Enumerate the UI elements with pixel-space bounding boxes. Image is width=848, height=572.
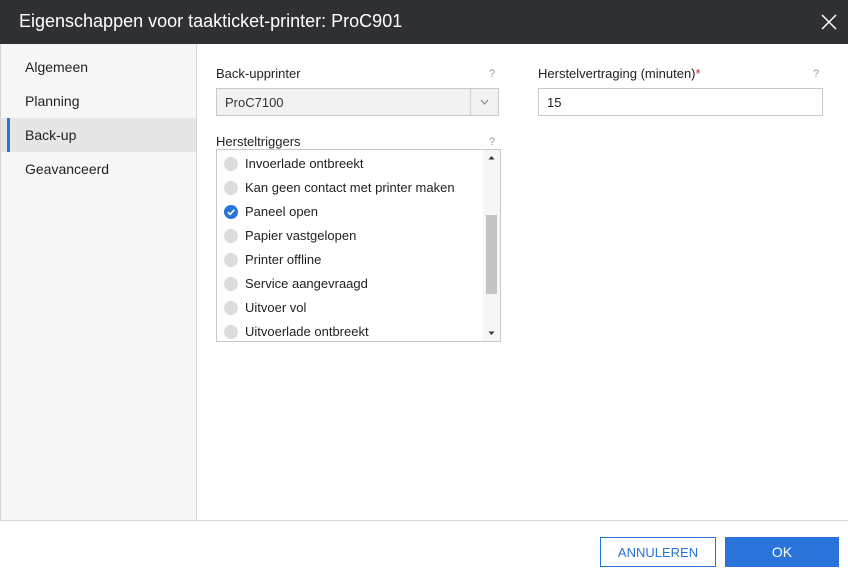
close-button[interactable] bbox=[818, 11, 840, 33]
sidebar: Algemeen Planning Back-up Geavanceerd bbox=[0, 44, 197, 520]
close-icon bbox=[821, 14, 837, 30]
dialog-footer: ANNULEREN OK bbox=[0, 520, 848, 572]
list-item-paneel-open[interactable]: Paneel open bbox=[217, 200, 483, 224]
list-item-uitvoer-vol[interactable]: Uitvoer vol bbox=[217, 296, 483, 320]
list-item-label: Kan geen contact met printer maken bbox=[245, 180, 455, 195]
list-item-label: Service aangevraagd bbox=[245, 276, 368, 291]
scroll-down-button[interactable] bbox=[483, 325, 500, 341]
recovery-triggers-help-icon[interactable]: ? bbox=[489, 136, 495, 148]
checkmark-icon bbox=[227, 209, 235, 216]
backup-printer-label: Back-upprinter bbox=[216, 66, 301, 81]
recovery-triggers-label: Hersteltriggers bbox=[216, 134, 301, 149]
unchecked-circle-icon[interactable] bbox=[224, 325, 238, 339]
list-item-invoerlade-ontbreekt[interactable]: Invoerlade ontbreekt bbox=[217, 152, 483, 176]
main-content: Back-upprinter ? ProC7100 Herstelvertrag… bbox=[197, 44, 848, 520]
backup-printer-value: ProC7100 bbox=[225, 95, 284, 110]
required-mark: * bbox=[695, 66, 701, 81]
sidebar-item-geavanceerd[interactable]: Geavanceerd bbox=[1, 152, 196, 186]
scrollbar-thumb[interactable] bbox=[486, 215, 497, 294]
sidebar-item-back-up[interactable]: Back-up bbox=[1, 118, 196, 152]
list-item-geen-contact[interactable]: Kan geen contact met printer maken bbox=[217, 176, 483, 200]
list-item-label: Uitvoer vol bbox=[245, 300, 307, 315]
backup-printer-select[interactable]: ProC7100 bbox=[216, 88, 499, 116]
unchecked-circle-icon[interactable] bbox=[224, 301, 238, 315]
sidebar-item-planning[interactable]: Planning bbox=[1, 84, 196, 118]
unchecked-circle-icon[interactable] bbox=[224, 253, 238, 267]
ok-button[interactable]: OK bbox=[725, 537, 839, 567]
chevron-down-icon bbox=[480, 99, 489, 105]
list-item-label: Invoerlade ontbreekt bbox=[245, 156, 364, 171]
backup-printer-help-icon[interactable]: ? bbox=[489, 68, 495, 80]
list-item-label: Papier vastgelopen bbox=[245, 228, 357, 243]
list-item-label: Printer offline bbox=[245, 252, 322, 267]
unchecked-circle-icon[interactable] bbox=[224, 277, 238, 291]
list-item-service-aangevraagd[interactable]: Service aangevraagd bbox=[217, 272, 483, 296]
sidebar-item-algemeen[interactable]: Algemeen bbox=[1, 50, 196, 84]
unchecked-circle-icon[interactable] bbox=[224, 181, 238, 195]
unchecked-circle-icon[interactable] bbox=[224, 229, 238, 243]
cancel-button[interactable]: ANNULEREN bbox=[600, 537, 716, 567]
recovery-delay-label-text: Herstelvertraging (minuten) bbox=[538, 66, 696, 81]
scroll-up-button[interactable] bbox=[483, 150, 500, 166]
triangle-down-icon bbox=[488, 331, 495, 335]
list-item-label: Uitvoerlade ontbreekt bbox=[245, 324, 369, 339]
list-item-uitvoerlade-ontbreekt[interactable]: Uitvoerlade ontbreekt bbox=[217, 320, 483, 341]
checked-circle-icon[interactable] bbox=[224, 205, 238, 219]
list-scrollbar[interactable] bbox=[483, 150, 500, 341]
recovery-delay-input[interactable] bbox=[538, 88, 823, 116]
list-item-printer-offline[interactable]: Printer offline bbox=[217, 248, 483, 272]
recovery-delay-help-icon[interactable]: ? bbox=[813, 68, 819, 80]
dialog-titlebar: Eigenschappen voor taakticket-printer: P… bbox=[0, 0, 848, 44]
list-item-label: Paneel open bbox=[245, 204, 319, 219]
recovery-triggers-list[interactable]: Invoerlade ontbreekt Kan geen contact me… bbox=[216, 149, 501, 342]
unchecked-circle-icon[interactable] bbox=[224, 157, 238, 171]
dropdown-button[interactable] bbox=[470, 89, 498, 115]
recovery-delay-label: Herstelvertraging (minuten)* bbox=[538, 66, 701, 81]
dialog-title: Eigenschappen voor taakticket-printer: P… bbox=[19, 11, 403, 31]
list-item-papier-vastgelopen[interactable]: Papier vastgelopen bbox=[217, 224, 483, 248]
triangle-up-icon bbox=[488, 156, 495, 160]
